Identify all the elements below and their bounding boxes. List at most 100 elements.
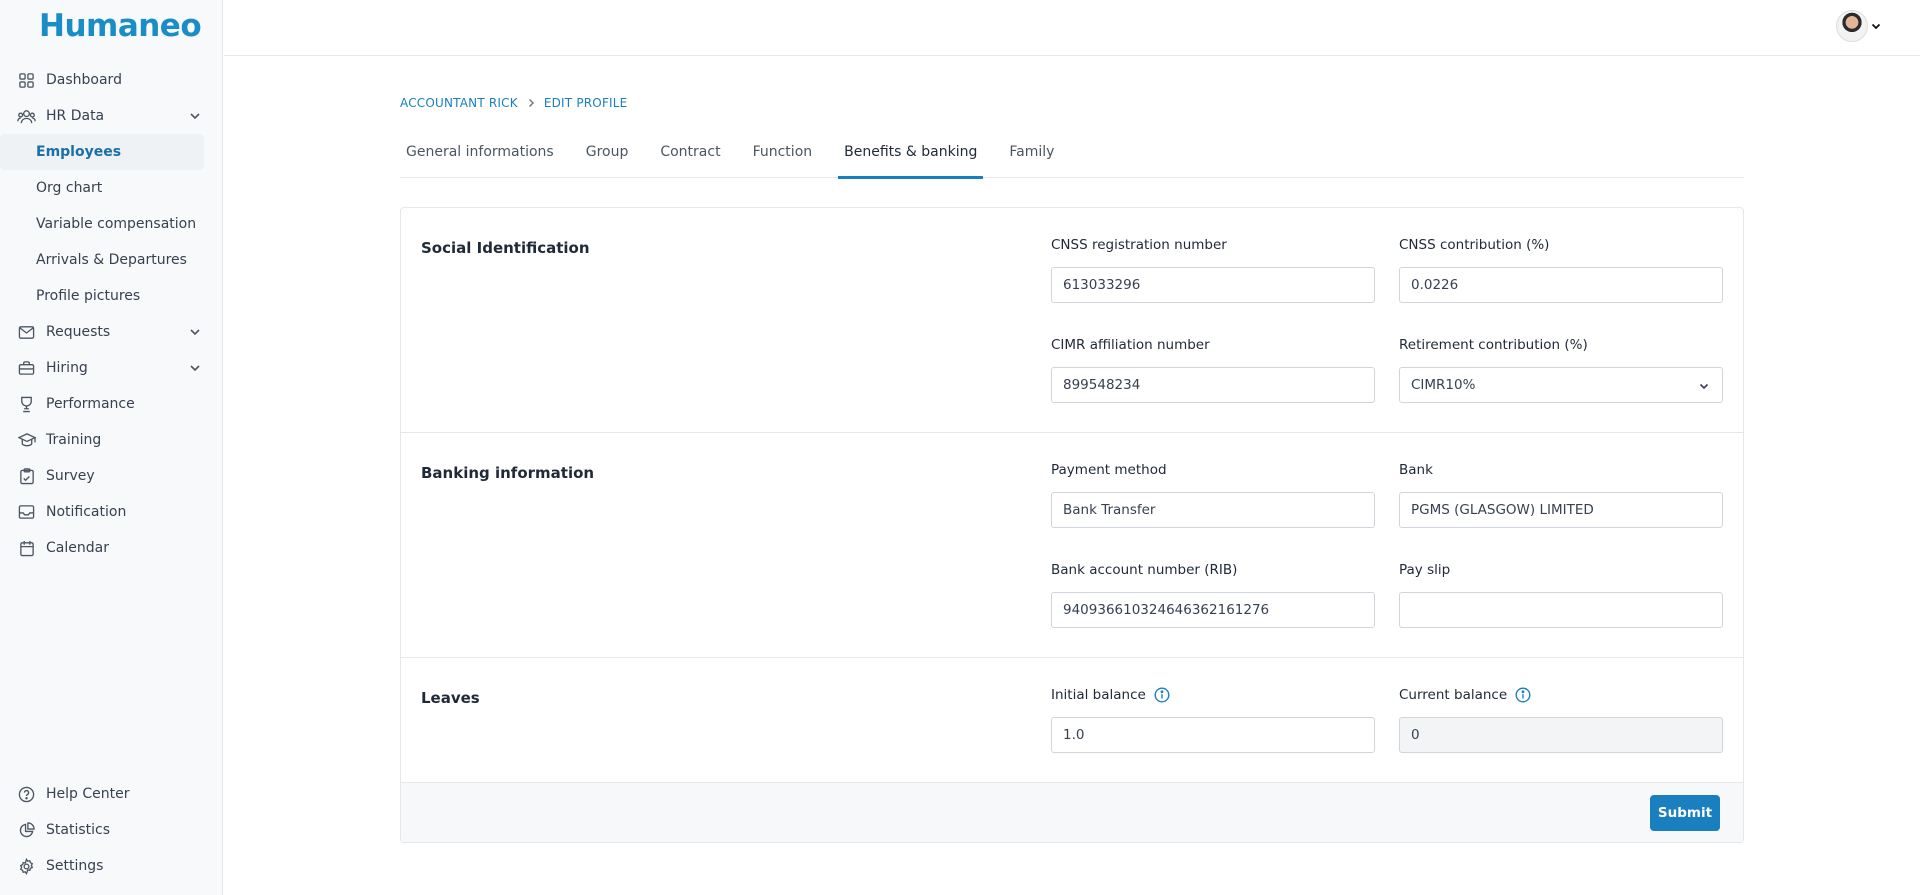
sidebar-item-hr-data[interactable]: HR Data bbox=[0, 98, 222, 134]
pay-slip-input[interactable] bbox=[1399, 592, 1723, 628]
help-icon bbox=[17, 785, 36, 804]
sidebar-item-settings[interactable]: Settings bbox=[0, 848, 222, 884]
input-value: 1.0 bbox=[1063, 727, 1085, 743]
retirement-contribution-label: Retirement contribution (%) bbox=[1399, 337, 1588, 353]
sidebar-item-label: HR Data bbox=[46, 108, 105, 124]
breadcrumb-parent[interactable]: ACCOUNTANT RICK bbox=[400, 96, 518, 110]
chevron-right-icon bbox=[528, 99, 534, 107]
initial-balance-label: Initial balance bbox=[1051, 687, 1170, 703]
tab-general-informations[interactable]: General informations bbox=[400, 138, 560, 178]
section-title: Social Identification bbox=[421, 239, 590, 257]
sidebar-item-arrivals-departures[interactable]: Arrivals & Departures bbox=[0, 242, 213, 278]
cnss-number-input[interactable]: 613033296 bbox=[1051, 267, 1375, 303]
sidebar-item-hiring[interactable]: Hiring bbox=[0, 350, 222, 386]
sidebar-item-performance[interactable]: Performance bbox=[0, 386, 222, 422]
sidebar-item-statistics[interactable]: Statistics bbox=[0, 812, 222, 848]
tab-family[interactable]: Family bbox=[1003, 138, 1060, 178]
chevron-down-icon[interactable] bbox=[188, 325, 202, 339]
leaves-section: Leaves Initial balance 1.0 Current balan… bbox=[401, 658, 1743, 782]
retirement-contribution-select[interactable]: CIMR10% bbox=[1399, 367, 1723, 403]
sidebar-item-label: Statistics bbox=[46, 822, 110, 838]
sidebar-item-training[interactable]: Training bbox=[0, 422, 222, 458]
sidebar-nav: Dashboard HR Data Employees Org chart Va… bbox=[0, 62, 222, 566]
avatar[interactable] bbox=[1836, 10, 1868, 42]
sidebar-item-org-chart[interactable]: Org chart bbox=[0, 170, 213, 206]
sidebar-item-label: Performance bbox=[46, 396, 135, 412]
banking-information-section: Banking information Payment method Bank … bbox=[401, 433, 1743, 658]
chevron-down-icon bbox=[1699, 383, 1709, 390]
input-value: PGMS (GLASGOW) LIMITED bbox=[1411, 502, 1594, 518]
sidebar-item-label: Survey bbox=[46, 468, 95, 484]
section-title: Banking information bbox=[421, 464, 595, 482]
breadcrumb: ACCOUNTANT RICK EDIT PROFILE bbox=[400, 96, 627, 110]
bank-account-number-input[interactable]: 940936610324646362161276 bbox=[1051, 592, 1375, 628]
bank-input[interactable]: PGMS (GLASGOW) LIMITED bbox=[1399, 492, 1723, 528]
sidebar-item-label: Settings bbox=[46, 858, 104, 874]
current-balance-label: Current balance bbox=[1399, 687, 1531, 703]
input-value: Bank Transfer bbox=[1063, 502, 1156, 518]
trophy-icon bbox=[17, 395, 36, 414]
submit-button[interactable]: Submit bbox=[1650, 795, 1720, 831]
payment-method-input[interactable]: Bank Transfer bbox=[1051, 492, 1375, 528]
sidebar-item-survey[interactable]: Survey bbox=[0, 458, 222, 494]
profile-tabs: General informations Group Contract Func… bbox=[400, 138, 1744, 179]
sidebar: Humaneo Dashboard HR Data Employees Org … bbox=[0, 0, 223, 895]
input-value: 0 bbox=[1411, 727, 1420, 743]
hr-data-submenu: Employees Org chart Variable compensatio… bbox=[0, 134, 222, 314]
section-title: Leaves bbox=[421, 689, 480, 707]
chevron-down-icon[interactable] bbox=[1870, 20, 1882, 32]
tab-benefits-banking[interactable]: Benefits & banking bbox=[838, 138, 984, 179]
sidebar-item-label: Training bbox=[46, 432, 102, 448]
sidebar-item-requests[interactable]: Requests bbox=[0, 314, 222, 350]
sidebar-item-calendar[interactable]: Calendar bbox=[0, 530, 222, 566]
label-text: Current balance bbox=[1399, 687, 1508, 703]
inbox-icon bbox=[17, 503, 36, 522]
mail-icon bbox=[17, 323, 36, 342]
gear-icon bbox=[17, 857, 36, 876]
graduation-icon bbox=[17, 431, 36, 450]
app-logo[interactable]: Humaneo bbox=[39, 8, 202, 44]
grid-icon bbox=[17, 71, 36, 90]
chevron-down-icon[interactable] bbox=[188, 109, 202, 123]
label-text: Initial balance bbox=[1051, 687, 1146, 703]
sidebar-item-label: Calendar bbox=[46, 540, 109, 556]
input-value: 899548234 bbox=[1063, 377, 1141, 393]
bank-account-number-label: Bank account number (RIB) bbox=[1051, 562, 1238, 578]
input-value: 940936610324646362161276 bbox=[1063, 602, 1270, 618]
top-bar bbox=[224, 0, 1920, 56]
sidebar-item-label: Help Center bbox=[46, 786, 130, 802]
form-footer: Submit bbox=[401, 782, 1743, 842]
chevron-down-icon[interactable] bbox=[188, 361, 202, 375]
sidebar-item-label: Requests bbox=[46, 324, 111, 340]
sidebar-item-variable-compensation[interactable]: Variable compensation bbox=[0, 206, 213, 242]
sidebar-item-dashboard[interactable]: Dashboard bbox=[0, 62, 222, 98]
sidebar-item-profile-pictures[interactable]: Profile pictures bbox=[0, 278, 213, 314]
info-icon[interactable] bbox=[1154, 687, 1170, 703]
bank-label: Bank bbox=[1399, 462, 1433, 478]
sidebar-item-notification[interactable]: Notification bbox=[0, 494, 222, 530]
briefcase-icon bbox=[17, 359, 36, 378]
initial-balance-input[interactable]: 1.0 bbox=[1051, 717, 1375, 753]
sidebar-item-label: Notification bbox=[46, 504, 127, 520]
cnss-contribution-input[interactable]: 0.0226 bbox=[1399, 267, 1723, 303]
sidebar-bottom-nav: Help Center Statistics Settings bbox=[0, 776, 222, 884]
tab-group[interactable]: Group bbox=[580, 138, 635, 178]
sidebar-item-label: Hiring bbox=[46, 360, 88, 376]
select-value: CIMR10% bbox=[1411, 377, 1476, 393]
info-icon[interactable] bbox=[1515, 687, 1531, 703]
tab-function[interactable]: Function bbox=[747, 138, 819, 178]
clipboard-icon bbox=[17, 467, 36, 486]
pay-slip-label: Pay slip bbox=[1399, 562, 1451, 578]
calendar-icon bbox=[17, 539, 36, 558]
tab-contract[interactable]: Contract bbox=[654, 138, 726, 178]
sidebar-item-label: Dashboard bbox=[46, 72, 122, 88]
cnss-number-label: CNSS registration number bbox=[1051, 237, 1227, 253]
sidebar-item-employees[interactable]: Employees bbox=[0, 134, 204, 170]
input-value: 613033296 bbox=[1063, 277, 1141, 293]
benefits-form-card: Social Identification CNSS registration … bbox=[400, 207, 1744, 843]
cimr-affiliation-input[interactable]: 899548234 bbox=[1051, 367, 1375, 403]
breadcrumb-current: EDIT PROFILE bbox=[543, 96, 628, 110]
cnss-contribution-label: CNSS contribution (%) bbox=[1399, 237, 1550, 253]
payment-method-label: Payment method bbox=[1051, 462, 1167, 478]
sidebar-item-help-center[interactable]: Help Center bbox=[0, 776, 222, 812]
